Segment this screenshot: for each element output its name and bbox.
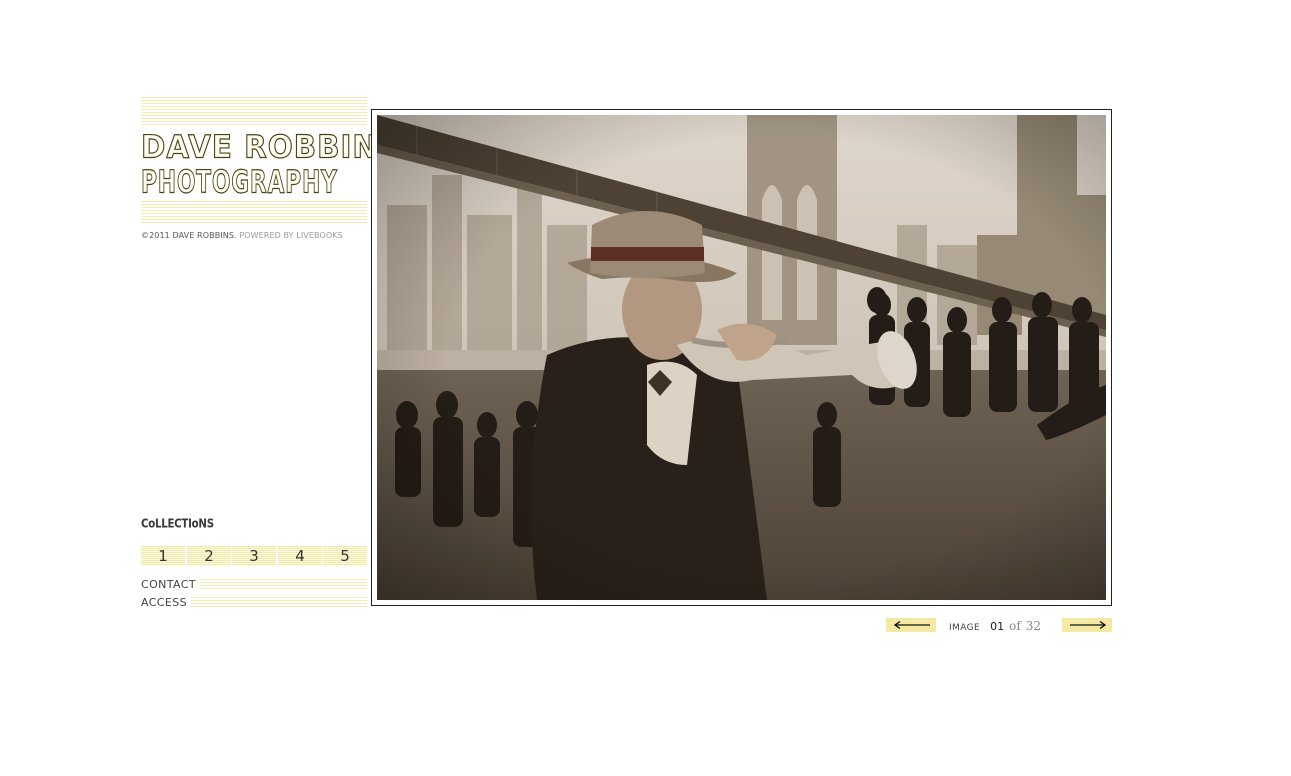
current-image-number: 01 [990, 620, 1005, 633]
collection-tab-3[interactable]: 3 [232, 546, 276, 566]
collection-tab-1[interactable]: 1 [141, 546, 185, 566]
access-label: ACCESS [141, 595, 192, 609]
access-stripe [191, 596, 367, 608]
photo-frame [371, 109, 1112, 606]
logo-stripe-bottom [141, 201, 367, 225]
collection-tab-5[interactable]: 5 [323, 546, 367, 566]
contact-label: CONTACT [141, 577, 200, 591]
of-label: of [1009, 619, 1021, 633]
logo-wordmark: DAVE ROBBINS PHOTOGRAPHY [140, 128, 400, 202]
arrow-left-icon [894, 621, 930, 629]
total-images: 32 [1025, 619, 1042, 633]
powered-by-link[interactable]: POWERED BY LIVEBOOKS [239, 231, 343, 240]
access-link[interactable]: ACCESS [141, 595, 367, 609]
site-logo[interactable]: DAVE ROBBINS PHOTOGRAPHY [140, 97, 400, 225]
image-counter: IMAGE 01 of 32 [949, 619, 1041, 633]
logo-line-2: PHOTOGRAPHY [141, 163, 338, 201]
collection-tab-2[interactable]: 2 [187, 546, 231, 566]
image-label: IMAGE [949, 623, 981, 633]
contact-link[interactable]: CONTACT [141, 577, 367, 591]
copyright-owner: ©2011 DAVE ROBBINS. [141, 231, 237, 240]
contact-stripe [199, 578, 367, 590]
copyright-text: ©2011 DAVE ROBBINS. POWERED BY LIVEBOOKS [141, 231, 343, 240]
collection-tab-4[interactable]: 4 [278, 546, 322, 566]
photo-image [377, 115, 1106, 600]
main-photo[interactable] [377, 115, 1106, 600]
collection-tabs: 1 2 3 4 5 [141, 546, 367, 566]
arrow-right-icon [1070, 621, 1106, 629]
logo-line-1: DAVE ROBBINS [140, 128, 401, 166]
next-image-button[interactable] [1062, 618, 1112, 632]
collections-heading: CoLLECTIoNS [141, 516, 214, 531]
logo-stripe-top [141, 97, 367, 127]
previous-image-button[interactable] [886, 618, 936, 632]
